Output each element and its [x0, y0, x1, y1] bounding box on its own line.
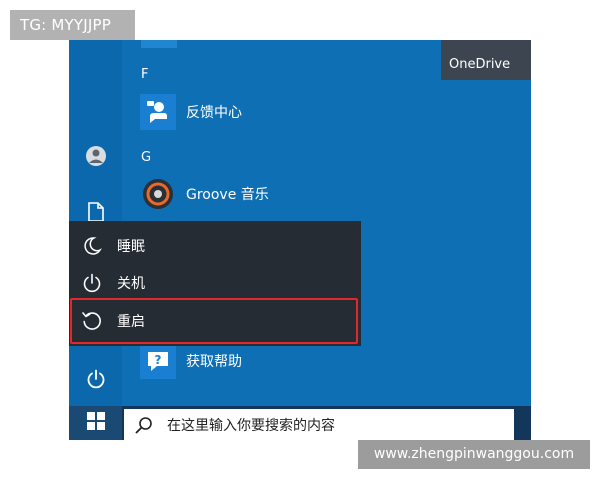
section-header-g[interactable]: G — [141, 150, 151, 165]
onedrive-tile-label: OneDrive — [449, 57, 511, 72]
user-avatar-icon[interactable] — [84, 144, 108, 168]
site-watermark: www.zhengpinwanggou.com — [358, 440, 590, 469]
menu-item-shutdown[interactable]: 关机 — [69, 264, 361, 302]
app-list-item-feedback-hub[interactable]: 反馈中心 — [140, 94, 242, 130]
app-label-groove-music: Groove 音乐 — [186, 187, 269, 203]
search-icon — [134, 415, 154, 435]
windows-logo-icon — [86, 411, 106, 435]
power-icon[interactable] — [84, 367, 108, 391]
app-label-feedback-hub: 反馈中心 — [186, 105, 242, 121]
get-help-icon: ? — [140, 343, 176, 379]
power-options-menu: 睡眠 关机 重启 — [69, 221, 361, 346]
feedback-hub-icon — [140, 94, 176, 130]
start-button[interactable] — [69, 406, 122, 440]
menu-item-sleep-label: 睡眠 — [117, 239, 145, 255]
restart-icon — [81, 310, 103, 332]
sleep-moon-icon — [81, 235, 103, 257]
app-list-item-groove-music[interactable]: Groove 音乐 — [140, 176, 269, 212]
search-placeholder-text: 在这里输入你要搜索的内容 — [167, 417, 335, 434]
partial-app-tile — [141, 40, 177, 48]
groove-music-icon — [140, 176, 176, 212]
menu-item-sleep[interactable]: 睡眠 — [69, 227, 361, 265]
section-header-f[interactable]: F — [141, 67, 148, 82]
menu-item-restart-label: 重启 — [117, 314, 145, 330]
power-icon — [81, 272, 103, 294]
app-label-get-help: 获取帮助 — [186, 354, 242, 370]
app-list-item-get-help[interactable]: ? 获取帮助 — [140, 343, 242, 379]
taskbar-search-box[interactable]: 在这里输入你要搜索的内容 — [124, 409, 514, 440]
screenshot-stage: OneDrive F 反馈中心 G Groove 音乐 ? 获取帮助 睡眠 关机… — [0, 0, 600, 480]
menu-item-restart[interactable]: 重启 — [69, 302, 361, 340]
corner-tag-label: TG: MYYJJPP — [10, 10, 135, 40]
svg-text:?: ? — [155, 353, 162, 367]
onedrive-tile[interactable]: OneDrive — [441, 40, 531, 80]
menu-item-shutdown-label: 关机 — [117, 276, 145, 292]
